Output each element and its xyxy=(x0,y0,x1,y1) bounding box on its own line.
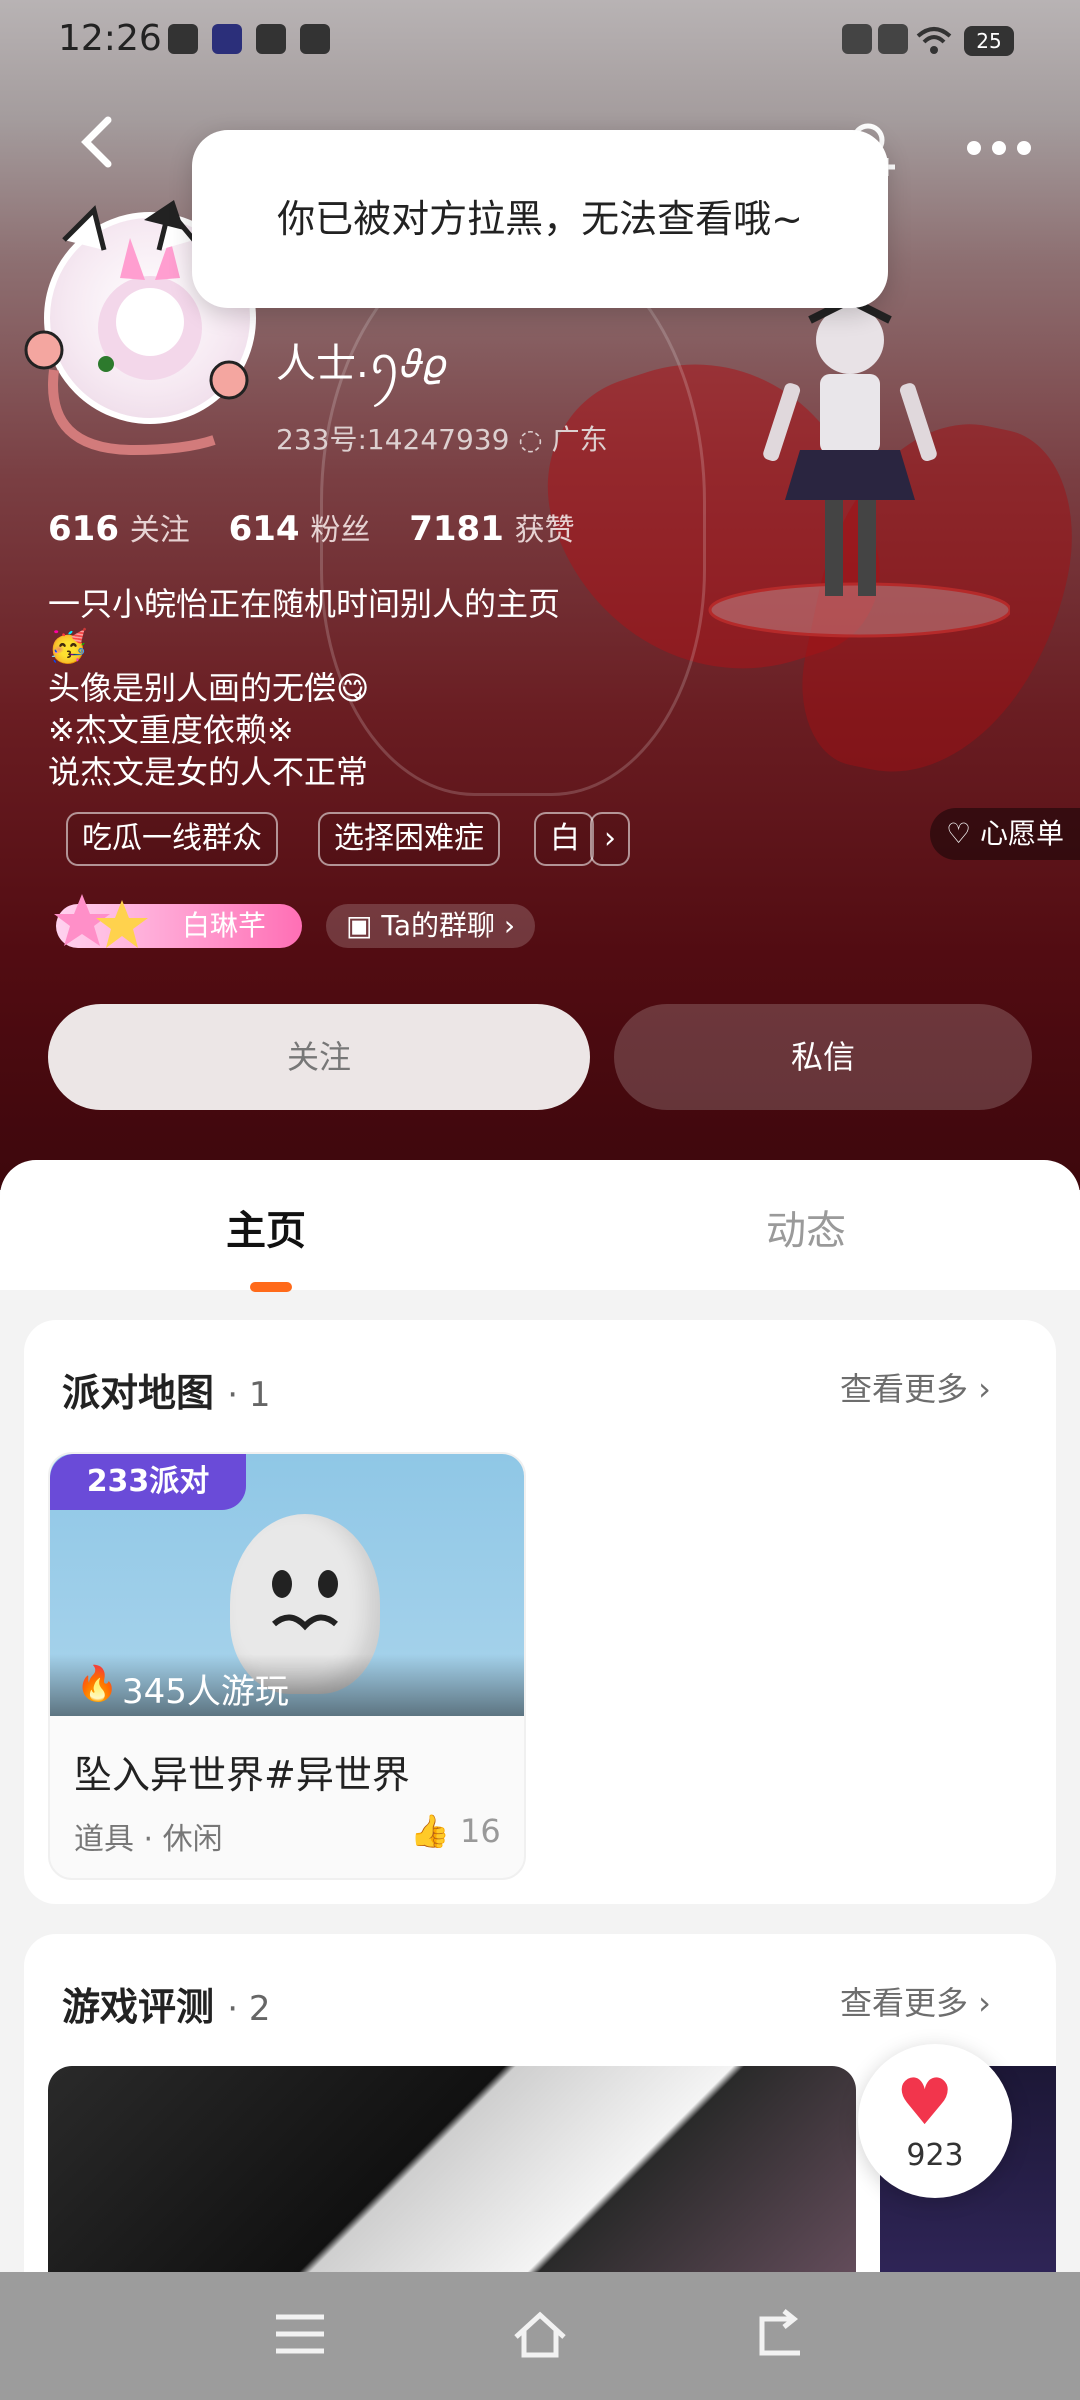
status-bar: 12:26 25 xyxy=(0,0,1080,80)
nickname: 人士.ꪆ𝜗𝜚 xyxy=(276,341,447,387)
back-icon[interactable] xyxy=(74,112,124,186)
party-logo: 233派对 xyxy=(50,1454,246,1510)
floating-like-count: 923 xyxy=(906,2138,964,2173)
party-map-card[interactable]: 🔥 345人游玩 233派对 坠入异世界#异世界 道具 · 休闲 👍 16 xyxy=(48,1452,526,1880)
play-app-icon xyxy=(212,24,242,54)
no-sim-icon xyxy=(878,24,908,54)
wishlist-button[interactable]: ♡ 心愿单 xyxy=(930,808,1080,860)
battery-indicator: 25 xyxy=(964,26,1014,56)
tab-bar xyxy=(0,1160,1080,1290)
tags-more-button[interactable]: › xyxy=(590,812,630,866)
mute-icon xyxy=(842,24,872,54)
bio: 一只小皖怡正在随机时间别人的主页 🥳 头像是别人画的无偿😋 ※杰文重度依赖※ 说… xyxy=(48,583,668,793)
floating-like-button[interactable]: ♥ 923 xyxy=(858,2044,1012,2198)
group-chat-label: Ta的群聊 › xyxy=(381,909,516,942)
card-app-icon xyxy=(256,24,286,54)
home-icon[interactable] xyxy=(510,2308,570,2373)
party-map-name: 坠入异世界#异世界 xyxy=(74,1753,410,1797)
following-count[interactable]: 616 xyxy=(48,509,119,549)
bio-line: 🥳 xyxy=(48,627,88,665)
profile-tag[interactable]: 白 xyxy=(534,812,594,866)
party-maps-more-link[interactable]: 查看更多 › xyxy=(840,1364,991,1410)
following-label[interactable]: 关注 xyxy=(130,513,190,548)
bio-line: 说杰文是女的人不正常 xyxy=(48,753,369,791)
fans-label[interactable]: 粉丝 xyxy=(310,513,370,548)
video-app-icon xyxy=(300,24,330,54)
blocked-toast: 你已被对方拉黑，无法查看哦~ xyxy=(192,130,888,308)
fans-count[interactable]: 614 xyxy=(229,509,300,549)
menu-icon[interactable] xyxy=(272,2308,328,2373)
party-map-likes: 👍 16 xyxy=(410,1812,501,1850)
bio-line: ※杰文重度依赖※ xyxy=(48,711,294,749)
return-icon[interactable] xyxy=(752,2308,808,2373)
tab-home[interactable]: 主页 xyxy=(226,1198,306,1256)
tab-moments[interactable]: 动态 xyxy=(766,1198,846,1256)
tab-indicator xyxy=(250,1282,292,1292)
badge-name: 白琳芊 xyxy=(182,909,267,942)
star-badge-icon xyxy=(54,894,148,948)
more-icon[interactable] xyxy=(964,136,1034,164)
thumb-up-icon: 👍 xyxy=(410,1812,461,1850)
like-count: 16 xyxy=(460,1812,501,1850)
profile-tag[interactable]: 吃瓜一线群众 xyxy=(66,812,278,866)
section-title: 派对地图 · 1 xyxy=(62,1362,271,1417)
bio-line: 头像是别人画的无偿😋 xyxy=(48,669,370,707)
profile-stats: 616 关注 614 粉丝 7181 获赞 xyxy=(48,505,603,549)
heart-icon: ♥ xyxy=(896,2066,954,2140)
status-time: 12:26 xyxy=(58,18,162,59)
wifi-icon xyxy=(916,27,952,54)
game-reviews-count: · 2 xyxy=(227,1989,271,2029)
vivo-app-icon xyxy=(168,24,198,54)
section-title: 游戏评测 · 2 xyxy=(62,1976,271,2031)
follow-button[interactable]: 关注 xyxy=(48,1004,590,1110)
game-reviews-more-link[interactable]: 查看更多 › xyxy=(840,1978,991,2024)
flame-icon: 🔥 xyxy=(76,1664,119,1704)
party-maps-count: · 1 xyxy=(227,1375,271,1415)
party-maps-title: 派对地图 xyxy=(62,1371,215,1415)
bio-line: 一只小皖怡正在随机时间别人的主页 xyxy=(48,585,561,623)
group-chat-button[interactable]: ▣ Ta的群聊 › xyxy=(326,904,536,948)
profile-tag[interactable]: 选择困难症 xyxy=(318,812,500,866)
likes-count: 7181 xyxy=(409,509,504,549)
likes-label: 获赞 xyxy=(514,513,575,548)
message-button[interactable]: 私信 xyxy=(614,1004,1032,1110)
avatar-3d-character[interactable] xyxy=(690,300,1010,640)
game-reviews-title: 游戏评测 xyxy=(62,1985,215,2029)
chat-icon: ▣ xyxy=(346,909,382,942)
party-map-category: 道具 · 休闲 xyxy=(74,1822,223,1857)
play-count: 345人游玩 xyxy=(122,1672,289,1712)
user-id-location: 233号:14247939 ◌ 广东 xyxy=(276,423,608,456)
